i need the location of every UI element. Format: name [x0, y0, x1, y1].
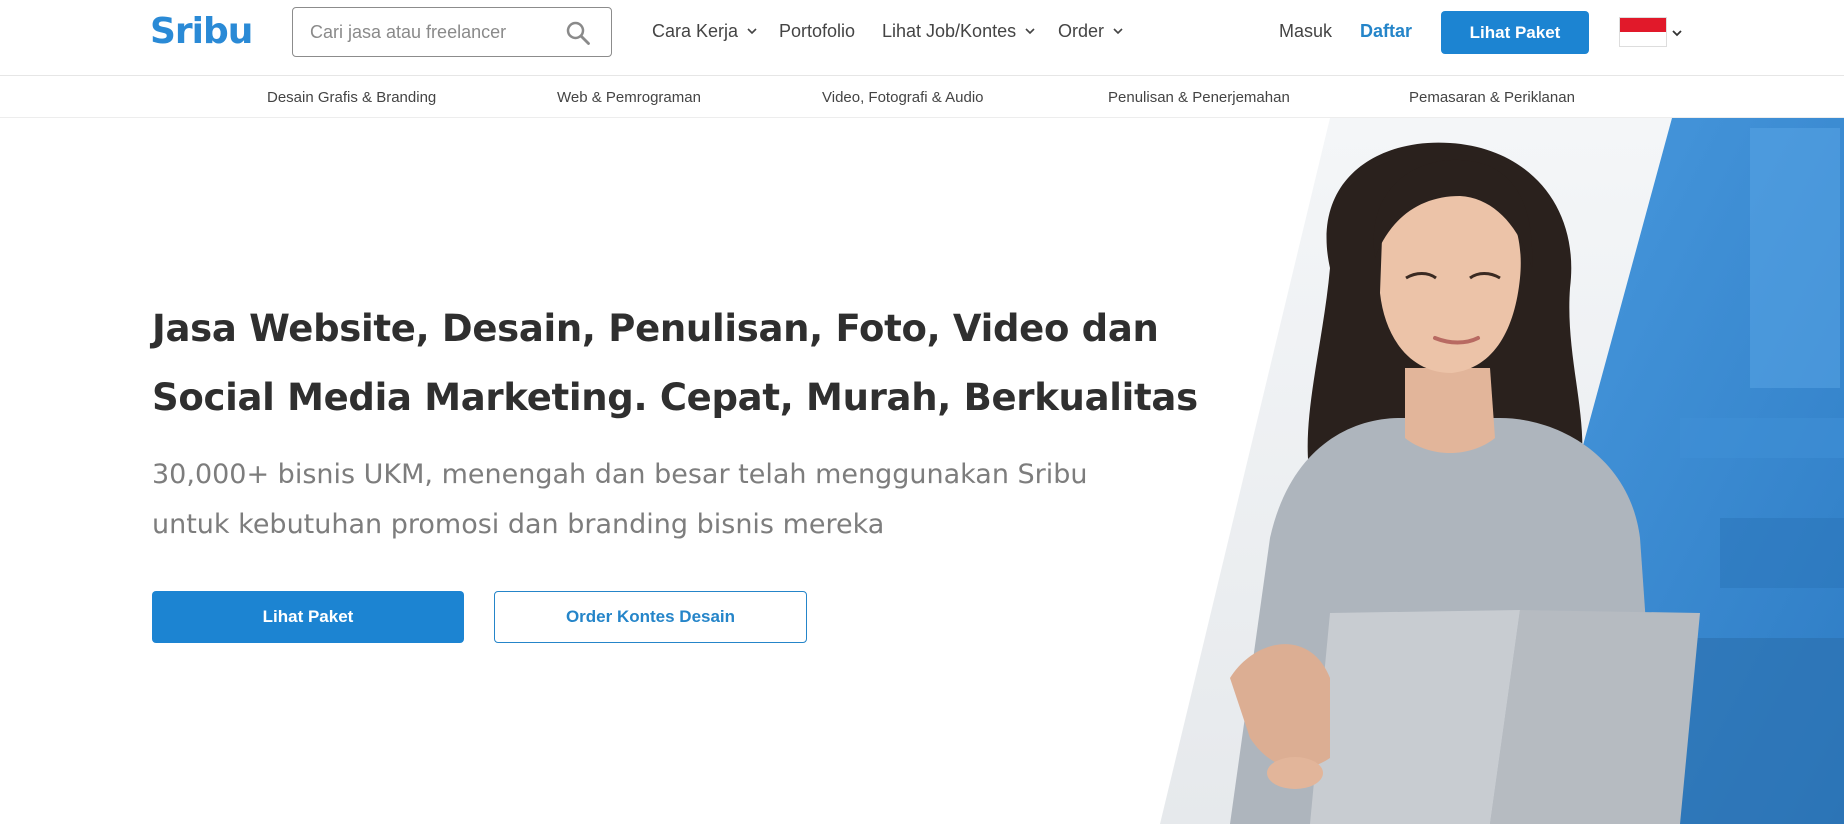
category-penulisan[interactable]: Penulisan & Penerjemahan	[1108, 77, 1290, 118]
nav-order-label: Order	[1058, 20, 1105, 41]
search-input[interactable]	[293, 8, 563, 56]
hero-headline: Jasa Website, Desain, Penulisan, Foto, V…	[152, 294, 1198, 432]
nav-cara-kerja-label: Cara Kerja	[652, 20, 739, 41]
nav-portofolio[interactable]: Portofolio	[779, 0, 855, 62]
category-desain-grafis[interactable]: Desain Grafis & Branding	[267, 77, 436, 118]
chevron-down-icon[interactable]	[1671, 27, 1683, 39]
nav-order[interactable]: Order	[1058, 0, 1124, 62]
hero-headline-line-2: Social Media Marketing. Cepat, Murah, Be…	[152, 376, 1198, 419]
hero-subtitle: 30,000+ bisnis UKM, menengah dan besar t…	[152, 450, 1088, 550]
register-link[interactable]: Daftar	[1360, 0, 1412, 62]
hero-image	[1160, 118, 1844, 824]
lihat-paket-header-button[interactable]: Lihat Paket	[1441, 11, 1589, 54]
hero-subtitle-line-1: 30,000+ bisnis UKM, menengah dan besar t…	[152, 459, 1088, 490]
search-box[interactable]	[292, 7, 612, 57]
nav-lihat-job-kontes[interactable]: Lihat Job/Kontes	[882, 0, 1036, 62]
order-kontes-desain-button[interactable]: Order Kontes Desain	[494, 591, 807, 643]
indonesia-flag-icon[interactable]	[1619, 17, 1667, 47]
chevron-down-icon	[1113, 28, 1123, 35]
hero-subtitle-line-2: untuk kebutuhan promosi dan branding bis…	[152, 509, 885, 540]
category-web-pemrograman[interactable]: Web & Pemrograman	[557, 77, 701, 118]
sribu-logo[interactable]: Sribu	[150, 12, 253, 52]
top-header: Sribu Cara Kerja Portofolio Lihat Job/Ko…	[0, 0, 1844, 76]
nav-lihat-job-label: Lihat Job/Kontes	[882, 20, 1017, 41]
chevron-down-icon	[1025, 28, 1035, 35]
chevron-down-icon	[747, 28, 757, 35]
search-icon[interactable]	[565, 20, 591, 46]
category-video-foto-audio[interactable]: Video, Fotografi & Audio	[822, 77, 984, 118]
category-bar: Desain Grafis & Branding Web & Pemrogram…	[0, 77, 1844, 118]
hero-headline-line-1: Jasa Website, Desain, Penulisan, Foto, V…	[152, 307, 1159, 350]
nav-portofolio-label: Portofolio	[779, 20, 856, 41]
nav-cara-kerja[interactable]: Cara Kerja	[652, 0, 758, 62]
login-link[interactable]: Masuk	[1279, 0, 1332, 62]
category-pemasaran[interactable]: Pemasaran & Periklanan	[1409, 77, 1575, 118]
lihat-paket-button[interactable]: Lihat Paket	[152, 591, 464, 643]
